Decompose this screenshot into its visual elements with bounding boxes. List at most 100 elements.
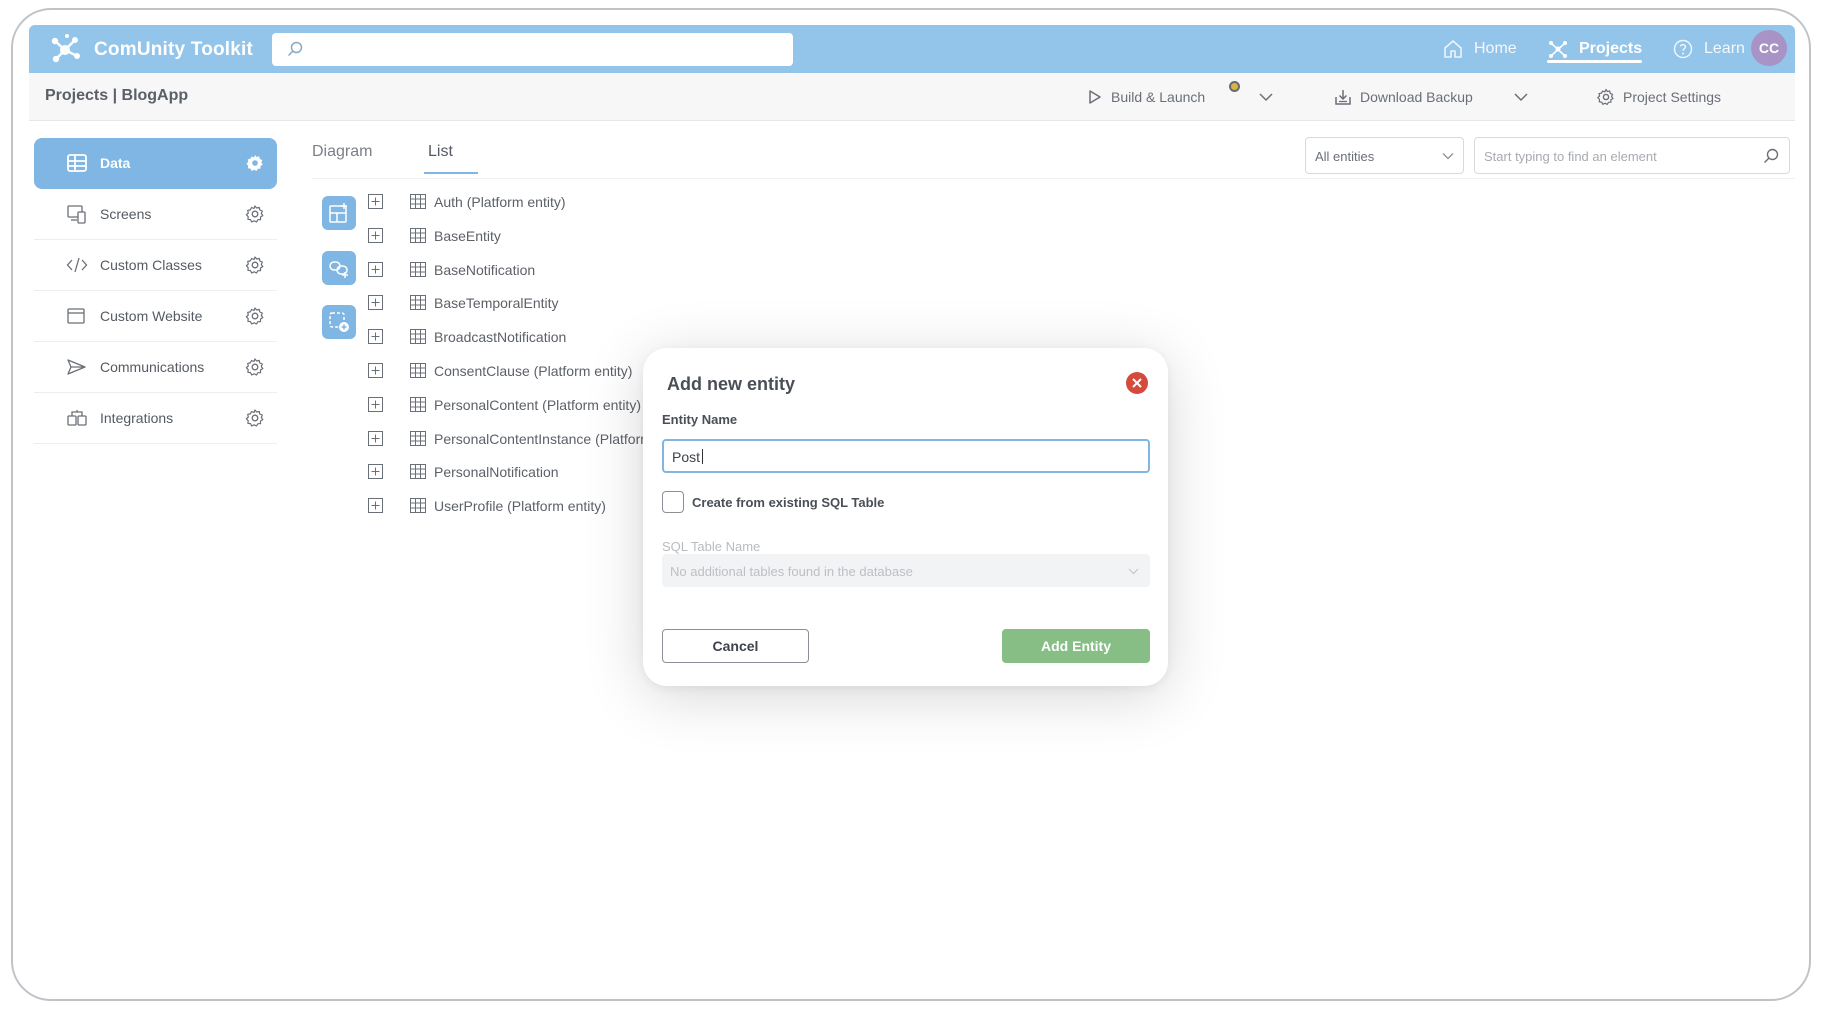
- sidebar-item-label: Custom Website: [100, 308, 203, 324]
- table-icon: [67, 154, 87, 172]
- link-add-icon: [329, 261, 348, 278]
- entity-name: BaseNotification: [434, 261, 536, 278]
- screens-icon: [67, 205, 86, 224]
- expand-plus-icon[interactable]: [368, 362, 383, 378]
- add-entity-tool-button[interactable]: [322, 196, 356, 230]
- sidebar-item-custom-classes[interactable]: Custom Classes: [34, 240, 277, 291]
- sidebar-item-label: Custom Classes: [100, 257, 202, 273]
- entity-name-input[interactable]: Post: [662, 439, 1150, 473]
- build-chevron-down-icon[interactable]: [1257, 88, 1275, 106]
- download-backup-button[interactable]: Download Backup: [1334, 73, 1473, 121]
- entity-name-label: Entity Name: [662, 412, 738, 427]
- help-circle-icon: [1673, 39, 1693, 59]
- entity-name: PersonalContent (Platform entity): [434, 396, 641, 413]
- create-from-sql-label[interactable]: Create from existing SQL Table: [692, 495, 884, 510]
- home-icon: [1444, 40, 1462, 58]
- expand-plus-icon[interactable]: [368, 498, 383, 514]
- comunity-logo-icon[interactable]: [47, 32, 83, 68]
- entity-name: PersonalNotification: [434, 464, 559, 481]
- table-icon: [410, 498, 426, 514]
- download-backup-label: Download Backup: [1360, 89, 1473, 105]
- send-icon: [67, 359, 86, 375]
- code-icon: [66, 257, 88, 273]
- add-table-icon: [329, 203, 347, 223]
- nav-learn-label: Learn: [1704, 40, 1745, 57]
- sidebar-item-label: Integrations: [100, 410, 174, 426]
- add-relationship-tool-button[interactable]: [322, 251, 356, 285]
- find-element-input[interactable]: Start typing to find an element: [1474, 137, 1790, 174]
- add-selection-tool-button[interactable]: [322, 305, 356, 339]
- sql-table-placeholder: No additional tables found in the databa…: [670, 564, 913, 579]
- project-settings-button[interactable]: Project Settings: [1597, 73, 1721, 121]
- table-icon: [410, 430, 426, 446]
- build-launch-button[interactable]: Build & Launch: [1085, 73, 1205, 121]
- sql-table-select: No additional tables found in the databa…: [662, 554, 1150, 587]
- data-settings-gear-icon[interactable]: [245, 153, 265, 173]
- close-dialog-button[interactable]: [1126, 372, 1148, 394]
- sql-table-name-label: SQL Table Name: [662, 539, 761, 554]
- integrations-icon: [67, 410, 87, 426]
- entity-name: BaseEntity: [434, 227, 501, 244]
- expand-plus-icon[interactable]: [368, 396, 383, 412]
- sidebar-item-label: Communications: [100, 359, 205, 375]
- sidebar-item-label: Data: [100, 155, 131, 171]
- entity-name: Auth (Platform entity): [434, 194, 566, 210]
- custom-website-settings-gear-icon[interactable]: [245, 306, 265, 326]
- create-from-sql-checkbox[interactable]: [662, 491, 684, 513]
- sidebar-item-integrations[interactable]: Integrations: [34, 393, 277, 444]
- entity-filter-select[interactable]: All entities: [1305, 137, 1464, 174]
- user-avatar[interactable]: CC: [1751, 30, 1787, 66]
- sidebar-item-custom-website[interactable]: Custom Website: [34, 291, 277, 342]
- add-entity-button[interactable]: Add Entity: [1002, 629, 1150, 663]
- backup-chevron-down-icon[interactable]: [1512, 88, 1530, 106]
- entity-name: UserProfile (Platform entity): [434, 498, 606, 515]
- entity-name: ConsentClause (Platform entity): [434, 362, 633, 379]
- custom-classes-settings-gear-icon[interactable]: [245, 255, 265, 275]
- global-search-input[interactable]: [272, 33, 793, 66]
- expand-plus-icon[interactable]: [368, 329, 383, 345]
- sidebar-item-screens[interactable]: Screens: [34, 189, 277, 240]
- tab-list[interactable]: List: [428, 143, 453, 161]
- sidebar-item-data[interactable]: Data: [34, 138, 277, 189]
- screens-settings-gear-icon[interactable]: [245, 204, 265, 224]
- nav-home[interactable]: Home: [1442, 25, 1517, 73]
- download-icon: [1335, 90, 1351, 105]
- table-icon: [410, 295, 426, 311]
- expand-plus-icon[interactable]: [368, 430, 383, 446]
- expand-plus-icon[interactable]: [368, 295, 383, 311]
- sidebar-item-communications[interactable]: Communications: [34, 342, 277, 393]
- expand-plus-icon[interactable]: [368, 261, 383, 277]
- communications-settings-gear-icon[interactable]: [245, 357, 265, 377]
- add-entity-dialog: Add new entity Entity Name Post Create f…: [643, 348, 1168, 686]
- table-icon: [410, 396, 426, 412]
- table-icon: [410, 464, 426, 480]
- active-tab-underline: [424, 172, 478, 174]
- chevron-down-icon: [1128, 568, 1139, 575]
- top-bar: ComUnity Toolkit Home Projects Learn CC: [29, 25, 1795, 73]
- select-add-icon: [329, 312, 349, 332]
- nav-projects[interactable]: Projects: [1547, 25, 1643, 73]
- entity-filter-value: All entities: [1315, 149, 1375, 164]
- table-icon: [410, 227, 426, 243]
- cancel-button[interactable]: Cancel: [662, 629, 809, 663]
- chevron-down-icon: [1442, 153, 1454, 160]
- expand-plus-icon[interactable]: [368, 464, 383, 480]
- search-icon: [287, 41, 303, 57]
- close-icon: [1132, 378, 1142, 388]
- projects-icon: [1549, 41, 1567, 58]
- integrations-settings-gear-icon[interactable]: [245, 408, 265, 428]
- sidebar: Data Screens Custom Classes Custom Websi…: [34, 138, 277, 444]
- dialog-title: Add new entity: [667, 374, 796, 394]
- entity-name: PersonalContentInstance (Platform: [434, 430, 652, 447]
- tab-diagram[interactable]: Diagram: [312, 143, 372, 161]
- table-icon: [410, 329, 426, 345]
- nav-learn[interactable]: Learn: [1672, 25, 1745, 73]
- expand-plus-icon[interactable]: [368, 194, 383, 209]
- divider: [312, 178, 1795, 179]
- breadcrumb: Projects | BlogApp: [45, 87, 189, 104]
- expand-plus-icon[interactable]: [368, 227, 383, 243]
- table-icon: [410, 362, 426, 378]
- text-caret: [702, 449, 703, 464]
- table-icon: [410, 261, 426, 277]
- entity-name: BaseTemporalEntity: [434, 295, 559, 312]
